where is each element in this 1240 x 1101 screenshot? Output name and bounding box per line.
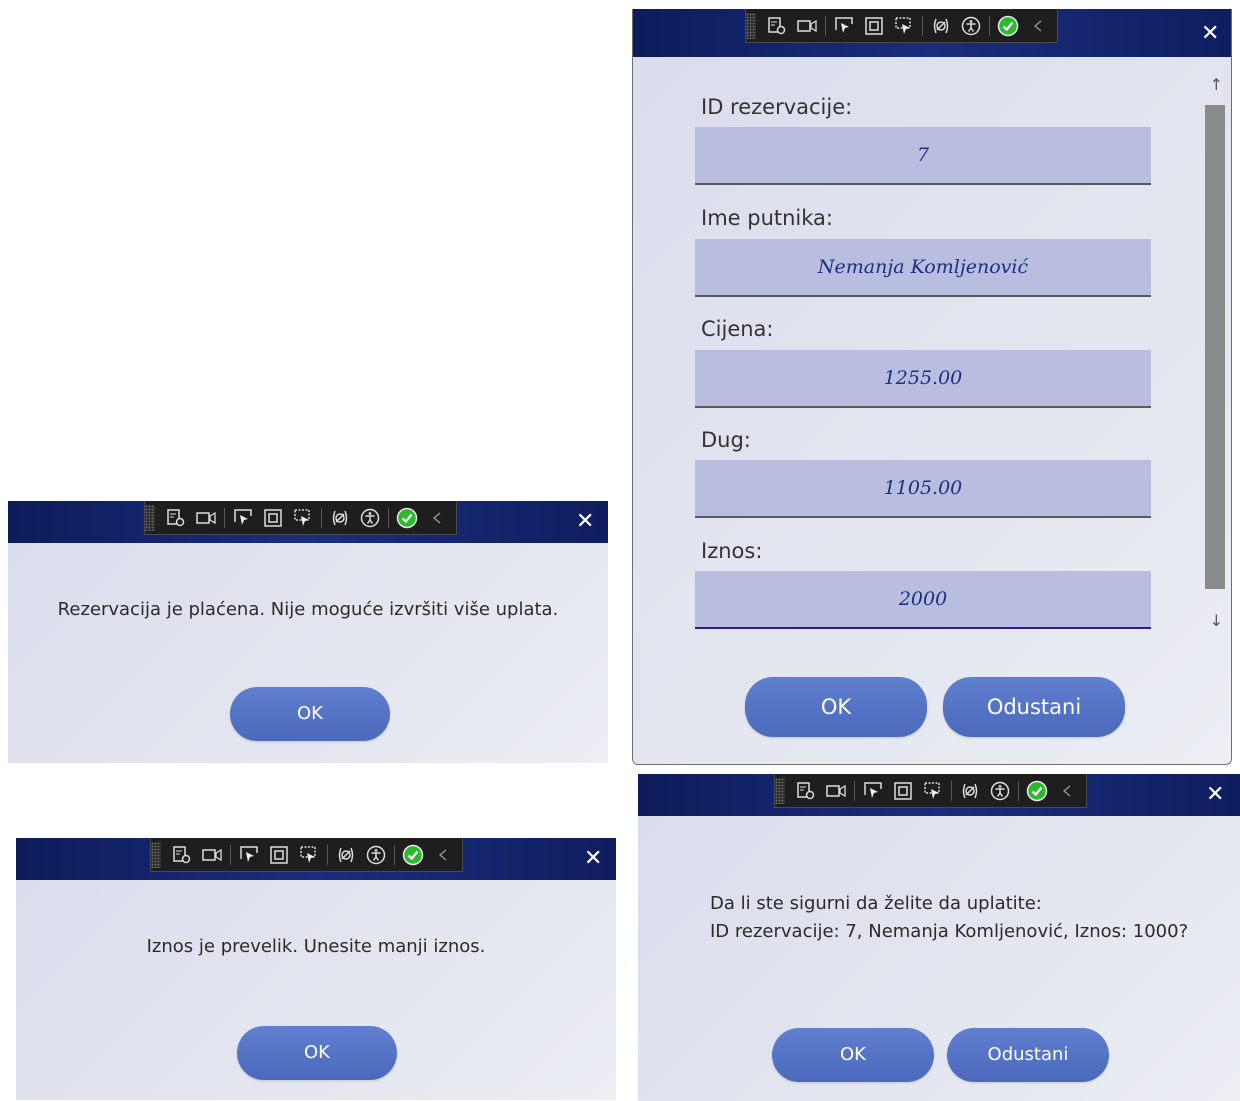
toolbar-grip[interactable] xyxy=(145,504,155,531)
toolbar-separator xyxy=(922,15,923,36)
cancel-button[interactable]: Odustani xyxy=(943,677,1125,737)
scroll-down-icon[interactable]: ↓ xyxy=(1210,611,1223,630)
select-element-icon[interactable] xyxy=(833,15,855,37)
reservation-id-label: ID rezervacije: xyxy=(701,95,853,119)
binding-failures-icon[interactable] xyxy=(930,15,952,37)
select-element-icon[interactable] xyxy=(232,507,254,529)
title-bar: ✕ xyxy=(633,9,1231,57)
close-icon[interactable]: ✕ xyxy=(1201,23,1219,45)
collapse-chevron-icon[interactable] xyxy=(1056,780,1078,802)
title-bar: ✕ xyxy=(8,501,608,543)
price-field[interactable]: 1255.00 xyxy=(695,350,1151,408)
toolbar-separator xyxy=(230,844,231,865)
price-label: Cijena: xyxy=(701,317,774,341)
toolbar-separator xyxy=(1018,780,1019,801)
toolbar-separator xyxy=(388,507,389,528)
display-layout-adorners-icon[interactable] xyxy=(262,507,284,529)
accessibility-icon[interactable] xyxy=(989,780,1011,802)
toolbar-separator xyxy=(854,780,855,801)
display-layout-adorners-icon[interactable] xyxy=(863,15,885,37)
cancel-button[interactable]: Odustani xyxy=(947,1028,1109,1082)
display-layout-adorners-icon[interactable] xyxy=(892,780,914,802)
toolbar-grip[interactable] xyxy=(775,777,785,804)
close-icon[interactable]: ✕ xyxy=(1206,784,1224,806)
checkmark-icon[interactable] xyxy=(997,15,1019,37)
checkmark-icon[interactable] xyxy=(402,844,424,866)
title-bar: ✕ xyxy=(638,774,1240,816)
debt-label: Dug: xyxy=(701,428,751,452)
dialog-message: Da li ste sigurni da želite da uplatite:… xyxy=(710,890,1188,946)
collapse-chevron-icon[interactable] xyxy=(1027,15,1049,37)
record-icon[interactable] xyxy=(201,844,223,866)
ok-button[interactable]: OK xyxy=(745,677,927,737)
payment-form-dialog: ✕ ID rezervacije: 7 Ime putnika: Nemanja… xyxy=(632,9,1232,765)
track-focus-icon[interactable] xyxy=(292,507,314,529)
ok-button[interactable]: OK xyxy=(237,1026,397,1080)
checkmark-icon[interactable] xyxy=(396,507,418,529)
toolbar-separator xyxy=(321,507,322,528)
binding-failures-icon[interactable] xyxy=(329,507,351,529)
track-focus-icon[interactable] xyxy=(298,844,320,866)
live-visual-tree-icon[interactable] xyxy=(165,507,187,529)
live-visual-tree-icon[interactable] xyxy=(766,15,788,37)
binding-failures-icon[interactable] xyxy=(959,780,981,802)
track-focus-icon[interactable] xyxy=(922,780,944,802)
collapse-chevron-icon[interactable] xyxy=(426,507,448,529)
live-visual-tree-icon[interactable] xyxy=(795,780,817,802)
toolbar-grip[interactable] xyxy=(746,12,756,39)
close-icon[interactable]: ✕ xyxy=(576,511,594,533)
ok-button[interactable]: OK xyxy=(772,1028,934,1082)
title-bar: ✕ xyxy=(16,838,616,880)
select-element-icon[interactable] xyxy=(238,844,260,866)
reservation-id-field[interactable]: 7 xyxy=(695,127,1151,185)
toolbar-separator xyxy=(825,15,826,36)
toolbar-separator xyxy=(224,507,225,528)
amount-input[interactable]: 2000 xyxy=(695,571,1151,629)
close-icon[interactable]: ✕ xyxy=(584,848,602,870)
payment-blocked-dialog: ✕ Rezervacija je plaćena. Nije moguće iz… xyxy=(8,501,608,763)
toolbar-separator xyxy=(951,780,952,801)
record-icon[interactable] xyxy=(195,507,217,529)
payment-confirm-dialog: ✕ Da li ste sigurni da želite da uplatit… xyxy=(638,774,1240,1101)
accessibility-icon[interactable] xyxy=(365,844,387,866)
record-icon[interactable] xyxy=(796,15,818,37)
record-icon[interactable] xyxy=(825,780,847,802)
checkmark-icon[interactable] xyxy=(1026,780,1048,802)
passenger-name-label: Ime putnika: xyxy=(701,206,833,230)
toolbar-separator xyxy=(327,844,328,865)
live-visual-tree-icon[interactable] xyxy=(171,844,193,866)
dialog-message: Iznos je prevelik. Unesite manji iznos. xyxy=(146,936,486,957)
accessibility-icon[interactable] xyxy=(359,507,381,529)
accessibility-icon[interactable] xyxy=(960,15,982,37)
debug-toolbar xyxy=(144,501,457,535)
debt-field[interactable]: 1105.00 xyxy=(695,460,1151,518)
select-element-icon[interactable] xyxy=(862,780,884,802)
confirm-details: ID rezervacije: 7, Nemanja Komljenović, … xyxy=(710,921,1189,942)
dialog-message: Rezervacija je plaćena. Nije moguće izvr… xyxy=(57,599,559,620)
display-layout-adorners-icon[interactable] xyxy=(268,844,290,866)
toolbar-separator xyxy=(989,15,990,36)
toolbar-separator xyxy=(394,844,395,865)
confirm-question: Da li ste sigurni da želite da uplatite: xyxy=(710,893,1042,914)
passenger-name-field[interactable]: Nemanja Komljenović xyxy=(695,239,1151,297)
toolbar-grip[interactable] xyxy=(151,841,161,868)
scrollbar-thumb[interactable] xyxy=(1205,105,1225,589)
debug-toolbar xyxy=(745,9,1058,43)
binding-failures-icon[interactable] xyxy=(335,844,357,866)
debug-toolbar xyxy=(150,838,463,872)
ok-button[interactable]: OK xyxy=(230,687,390,741)
collapse-chevron-icon[interactable] xyxy=(432,844,454,866)
scroll-up-icon[interactable]: ↑ xyxy=(1210,75,1223,94)
amount-too-large-dialog: ✕ Iznos je prevelik. Unesite manji iznos… xyxy=(16,838,616,1100)
amount-label: Iznos: xyxy=(701,539,763,563)
track-focus-icon[interactable] xyxy=(893,15,915,37)
debug-toolbar xyxy=(774,774,1087,808)
